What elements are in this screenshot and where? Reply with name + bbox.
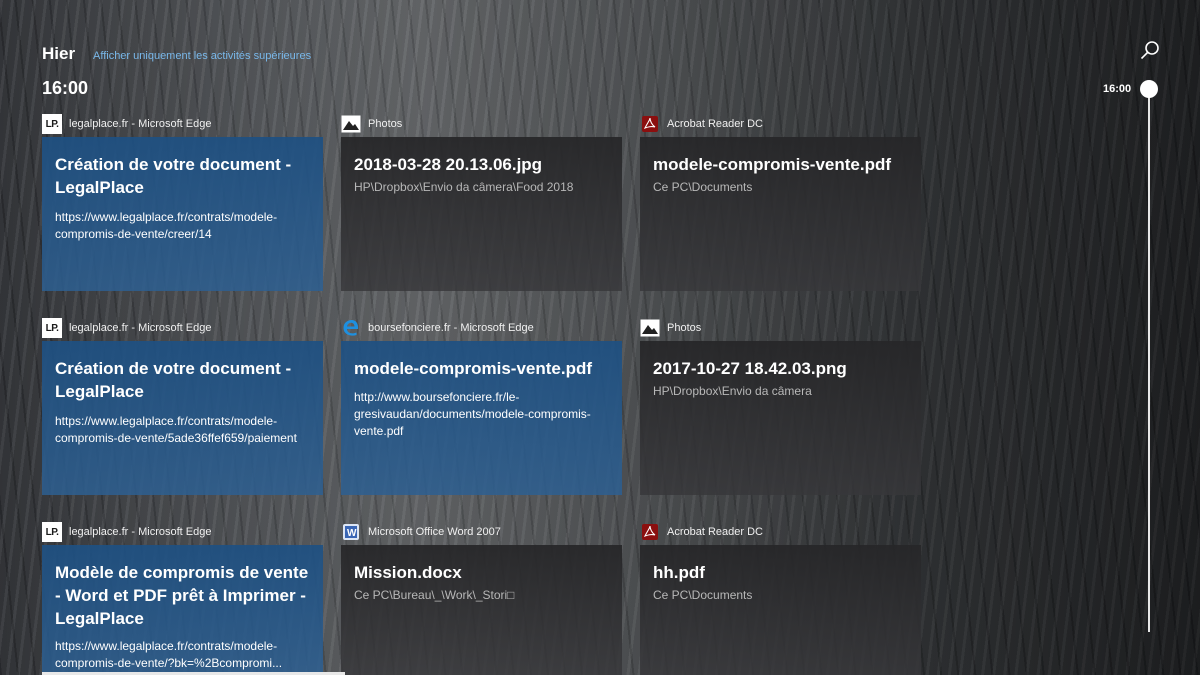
- day-heading: Hier: [42, 44, 76, 63]
- app-label-legalplace-edge: LP. legalplace.fr - Microsoft Edge: [42, 318, 211, 338]
- activity-card[interactable]: Création de votre document - LegalPlace …: [42, 137, 323, 291]
- legalplace-icon: LP.: [42, 318, 62, 338]
- app-name: Acrobat Reader DC: [667, 118, 763, 130]
- app-name: Microsoft Office Word 2007: [368, 526, 501, 538]
- acrobat-icon: [640, 522, 660, 542]
- card-subtitle: http://www.boursefonciere.fr/le-gresivau…: [354, 390, 591, 438]
- card-title: Modèle de compromis de vente - Word et P…: [55, 563, 309, 628]
- card-subtitle: HP\Dropbox\Envio da câmera\Food 2018: [354, 180, 574, 194]
- card-subtitle: https://www.legalplace.fr/contrats/model…: [55, 414, 297, 445]
- app-name: Photos: [667, 322, 702, 334]
- app-label-legalplace-edge: LP. legalplace.fr - Microsoft Edge: [42, 522, 211, 542]
- card-subtitle: Ce PC\Bureau\_\Work\_Stori□: [354, 588, 515, 602]
- timeline-time-label: 16:00: [1103, 83, 1132, 95]
- card-subtitle: https://www.legalplace.fr/contrats/model…: [55, 639, 283, 670]
- card-title: hh.pdf: [653, 563, 705, 582]
- activity-card[interactable]: Mission.docx Ce PC\Bureau\_\Work\_Stori□: [341, 545, 622, 675]
- app-label-word: W Microsoft Office Word 2007: [341, 522, 501, 542]
- edge-icon: [341, 318, 361, 338]
- card-subtitle: Ce PC\Documents: [653, 180, 753, 194]
- app-name: Acrobat Reader DC: [667, 526, 763, 538]
- search-icon: [1140, 41, 1159, 60]
- photos-icon: [341, 114, 361, 134]
- activity-card[interactable]: modele-compromis-vente.pdf http://www.bo…: [341, 341, 622, 495]
- search-button[interactable]: [1139, 40, 1161, 62]
- timeline-thumb[interactable]: [1140, 80, 1158, 98]
- card-subtitle: Ce PC\Documents: [653, 588, 753, 602]
- acrobat-icon: [640, 114, 660, 134]
- app-label-acrobat: Acrobat Reader DC: [640, 522, 763, 542]
- app-label-photos: Photos: [341, 114, 402, 134]
- time-heading: 16:00: [42, 78, 89, 98]
- activity-card[interactable]: hh.pdf Ce PC\Documents: [640, 545, 921, 675]
- app-name: legalplace.fr - Microsoft Edge: [69, 526, 212, 538]
- card-subtitle: HP\Dropbox\Envio da câmera: [653, 384, 812, 398]
- card-title: 2018-03-28 20.13.06.jpg: [354, 155, 543, 174]
- app-label-photos: Photos: [640, 318, 701, 338]
- app-label-edge: boursefonciere.fr - Microsoft Edge: [341, 318, 534, 338]
- app-label-acrobat: Acrobat Reader DC: [640, 114, 763, 134]
- svg-text:W: W: [347, 528, 357, 539]
- card-title: Mission.docx: [354, 563, 462, 582]
- card-subtitle: https://www.legalplace.fr/contrats/model…: [55, 210, 278, 241]
- activity-card[interactable]: Modèle de compromis de vente - Word et P…: [42, 545, 323, 675]
- app-name: Photos: [368, 118, 403, 130]
- card-title: 2017-10-27 18.42.03.png: [653, 359, 847, 378]
- card-title: Création de votre document - LegalPlace: [55, 359, 292, 401]
- card-title: Création de votre document - LegalPlace: [55, 155, 292, 197]
- card-title: modele-compromis-vente.pdf: [653, 155, 892, 174]
- app-name: legalplace.fr - Microsoft Edge: [69, 118, 212, 130]
- legalplace-icon: LP.: [42, 522, 62, 542]
- activity-card[interactable]: 2018-03-28 20.13.06.jpg HP\Dropbox\Envio…: [341, 137, 622, 291]
- app-label-legalplace-edge: LP. legalplace.fr - Microsoft Edge: [42, 114, 211, 134]
- app-name: boursefonciere.fr - Microsoft Edge: [368, 322, 534, 334]
- timeline-track[interactable]: [1148, 88, 1150, 632]
- activity-card[interactable]: 2017-10-27 18.42.03.png HP\Dropbox\Envio…: [640, 341, 921, 495]
- word-icon: W: [341, 522, 361, 542]
- activity-card[interactable]: modele-compromis-vente.pdf Ce PC\Documen…: [640, 137, 921, 291]
- app-name: legalplace.fr - Microsoft Edge: [69, 322, 212, 334]
- top-activities-filter-link[interactable]: Afficher uniquement les activités supéri…: [93, 50, 311, 62]
- photos-icon: [640, 318, 660, 338]
- legalplace-icon: LP.: [42, 114, 62, 134]
- activity-card[interactable]: Création de votre document - LegalPlace …: [42, 341, 323, 495]
- card-title: modele-compromis-vente.pdf: [354, 359, 593, 378]
